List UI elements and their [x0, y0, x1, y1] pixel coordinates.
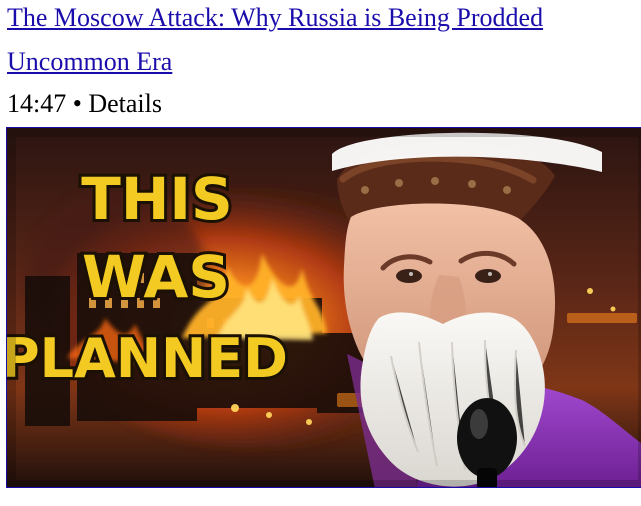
channel-link[interactable]: Uncommon Era — [7, 46, 172, 78]
thumbnail-art: THIS WAS PLANNED — [7, 128, 641, 487]
video-title-link[interactable]: The Moscow Attack: Why Russia is Being P… — [7, 2, 641, 34]
video-thumbnail[interactable]: THIS WAS PLANNED — [6, 127, 641, 488]
thumbnail-text-line-2: WAS — [82, 243, 230, 311]
thumbnail-text-line-1: THIS — [81, 165, 232, 233]
thumbnail-text-line-3: PLANNED — [7, 327, 288, 390]
video-meta: 14:47 • Details — [7, 88, 162, 120]
video-result: The Moscow Attack: Why Russia is Being P… — [0, 0, 641, 506]
details-link[interactable]: Details — [88, 89, 162, 118]
meta-separator: • — [72, 89, 82, 118]
video-duration: 14:47 — [7, 89, 67, 118]
